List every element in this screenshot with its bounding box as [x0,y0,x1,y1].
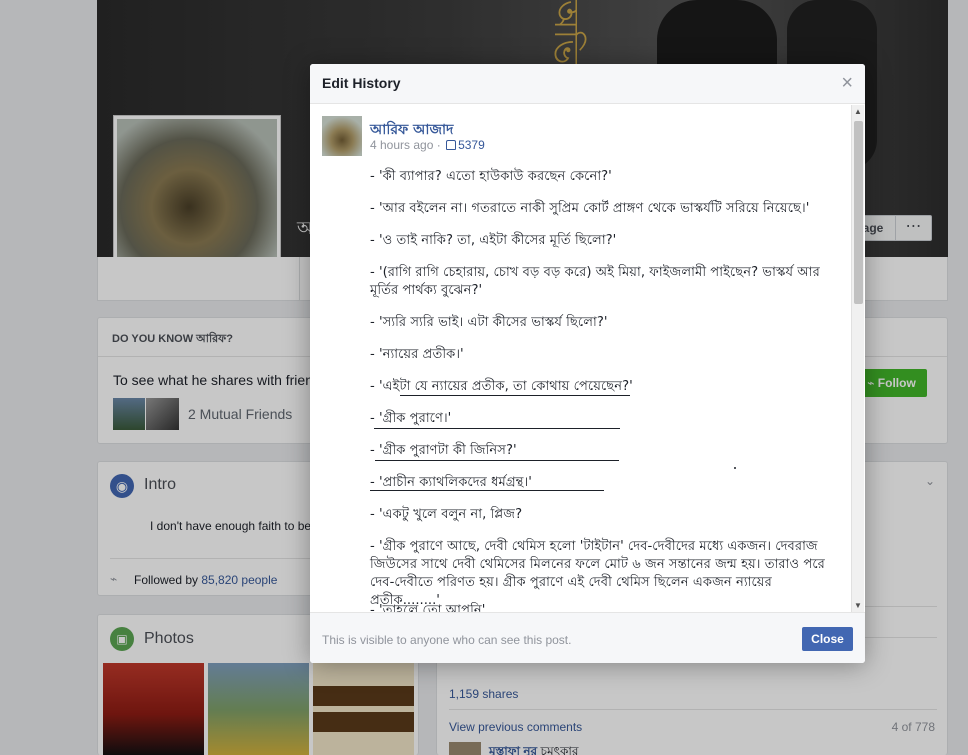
underline-mark [374,428,620,429]
visibility-note: This is visible to anyone who can see th… [322,633,572,647]
close-icon[interactable]: × [841,73,853,93]
post-time[interactable]: 4 hours ago [370,138,433,152]
underline-mark [375,460,619,461]
likes-count: 5379 [458,138,485,152]
dialog-footer: This is visible to anyone who can see th… [310,612,865,663]
text-line: - 'গ্রীক পুরাণে আছে, দেবী থেমিস হলো 'টাই… [370,539,825,608]
text-line: - 'একটু খুলে বলুন না, প্লিজ? [370,507,523,522]
dialog-title: Edit History [322,75,401,91]
likes-link[interactable]: 5379 [444,138,485,152]
close-button[interactable]: Close [802,627,853,651]
meta-separator: · [436,138,441,152]
text-line: - '(রাগি রাগি চেহারায়, চোখ বড় বড় করে)… [370,265,820,298]
scrollbar[interactable]: ▲ ▼ [851,105,864,612]
stray-dot [734,467,736,469]
avatar[interactable] [322,116,362,156]
edit-history-dialog: Edit History × আরিফ আজাদ 4 hours ago · 5… [310,64,865,663]
text-line: - 'ন্যায়ের প্রতীক।' [370,347,464,362]
text-line: - 'গ্রীক পুরাণটা কী জিনিস?' [370,443,517,458]
underline-mark [370,490,604,491]
like-icon [446,140,457,150]
text-line: - 'এইটা যে ন্যায়ের প্রতীক, তা কোথায় পে… [370,379,633,394]
text-line: - 'কী ব্যাপার? এতো হাউকাউ করছেন কেনো?' [370,169,612,184]
scrollbar-thumb[interactable] [854,121,863,304]
text-line: - 'ও তাই নাকি? তা, এইটা কীসের মূর্তি ছিল… [370,233,617,248]
text-line: - 'আর বইলেন না। গতরাতে নাকী সুপ্রিম কোর্… [370,201,810,216]
text-line: - 'তাহলে তো আপনি' [370,603,486,612]
underline-mark [400,395,630,396]
post-meta: 4 hours ago · 5379 [370,138,485,152]
text-line: - 'গ্রীক পুরাণে।' [370,411,452,426]
scroll-down-arrow-icon[interactable]: ▼ [852,601,864,610]
dialog-body[interactable]: আরিফ আজাদ 4 hours ago · 5379 - 'কী ব্যাপ… [310,105,865,612]
text-line: - 'স্যরি স্যরি ভাই। এটা কীসের ভাস্কর্য ছ… [370,315,608,330]
dialog-header: Edit History × [310,64,865,104]
scroll-up-arrow-icon[interactable]: ▲ [852,107,864,116]
